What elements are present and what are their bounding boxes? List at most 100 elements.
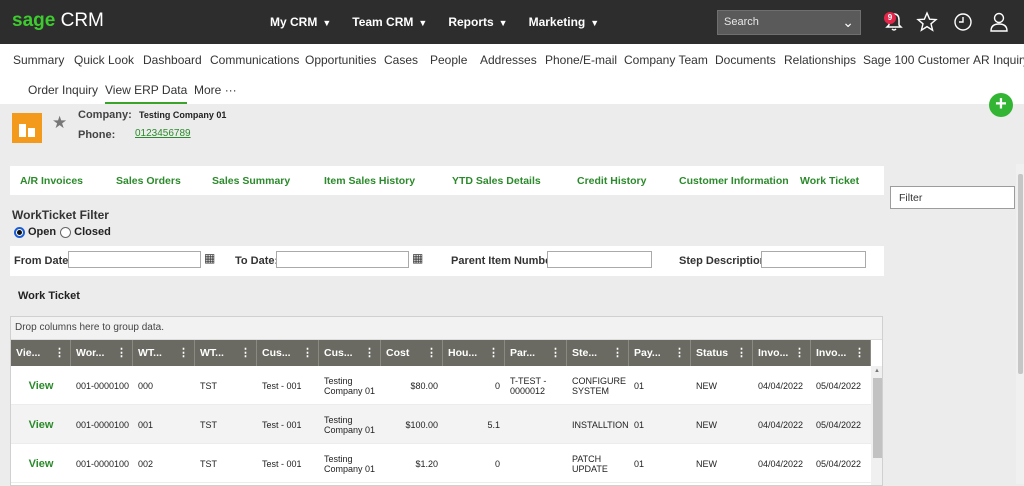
step-description-input[interactable]: [761, 251, 866, 268]
tab-addresses[interactable]: Addresses: [480, 53, 537, 67]
table-row: View 001-0000100 002 TST Test - 001 Testing C…: [11, 444, 871, 483]
user-icon[interactable]: [988, 11, 1010, 33]
grid-scrollbar-thumb[interactable]: [873, 378, 882, 458]
column-menu-icon[interactable]: ⋮: [854, 346, 865, 359]
column-menu-icon[interactable]: ⋮: [116, 346, 127, 359]
column-header-hours[interactable]: Hou... ⋮: [443, 340, 505, 366]
to-date-calendar-icon[interactable]: ▦: [412, 251, 423, 265]
sage-crm-logo[interactable]: sage CRM: [12, 10, 104, 32]
column-header-pay-type[interactable]: Pay... ⋮: [629, 340, 691, 366]
view-link[interactable]: View: [11, 405, 71, 444]
column-header-invoice-date-2[interactable]: Invo... ⋮: [811, 340, 871, 366]
page-scrollbar[interactable]: [1016, 164, 1024, 484]
tab-more[interactable]: More ···: [194, 83, 237, 97]
page-scrollbar-thumb[interactable]: [1018, 174, 1023, 374]
tab-relationships[interactable]: Relationships: [784, 53, 856, 67]
erp-link-customer-information[interactable]: Customer Information: [679, 175, 789, 187]
column-menu-icon[interactable]: ⋮: [488, 346, 499, 359]
radio-open[interactable]: [14, 226, 25, 238]
to-date-input[interactable]: [276, 251, 409, 268]
tab-phone-email[interactable]: Phone/E-mail: [545, 53, 617, 67]
column-menu-icon[interactable]: ⋮: [178, 346, 189, 359]
column-header-customer-name[interactable]: Cus... ⋮: [319, 340, 381, 366]
view-link[interactable]: View: [11, 444, 71, 483]
favorite-star-icon[interactable]: ★: [52, 113, 67, 133]
column-menu-icon[interactable]: ⋮: [736, 346, 747, 359]
column-header-wt-type[interactable]: WT... ⋮: [195, 340, 257, 366]
column-menu-icon[interactable]: ⋮: [612, 346, 623, 359]
tab-opportunities[interactable]: Opportunities: [305, 53, 376, 67]
column-menu-icon[interactable]: ⋮: [364, 346, 375, 359]
tab-dashboard[interactable]: Dashboard: [143, 53, 202, 67]
column-header-label: WT...: [200, 347, 224, 359]
column-menu-icon[interactable]: ⋮: [550, 346, 561, 359]
column-menu-icon[interactable]: ⋮: [54, 346, 65, 359]
erp-link-work-ticket[interactable]: Work Ticket: [800, 175, 859, 187]
parent-item-number-input[interactable]: [547, 251, 652, 268]
erp-link-sales-summary[interactable]: Sales Summary: [212, 175, 290, 187]
column-menu-icon[interactable]: ⋮: [426, 346, 437, 359]
column-menu-icon[interactable]: ⋮: [794, 346, 805, 359]
column-header-status[interactable]: Status ⋮: [691, 340, 753, 366]
tab-documents[interactable]: Documents: [715, 53, 776, 67]
scroll-up-icon[interactable]: ▲: [874, 368, 880, 374]
chevron-down-icon: ▼: [590, 18, 600, 28]
tab-communications[interactable]: Communications: [210, 53, 299, 67]
view-link[interactable]: View: [11, 366, 71, 405]
search-input[interactable]: Search ⌄: [717, 10, 861, 35]
add-button[interactable]: +: [989, 93, 1013, 117]
side-filter-input[interactable]: Filter: [890, 186, 1015, 209]
column-menu-icon[interactable]: ⋮: [302, 346, 313, 359]
phone-link[interactable]: 0123456789: [135, 128, 191, 139]
column-header-parent-item[interactable]: Par... ⋮: [505, 340, 567, 366]
column-header-invoice-date-1[interactable]: Invo... ⋮: [753, 340, 811, 366]
tab-cases[interactable]: Cases: [384, 53, 418, 67]
erp-link-sales-orders[interactable]: Sales Orders: [116, 175, 181, 187]
radio-closed[interactable]: [60, 226, 72, 238]
tab-view-erp-data[interactable]: View ERP Data: [105, 83, 188, 104]
cell-wt-step: 000: [138, 380, 154, 391]
topnav-marketing[interactable]: Marketing ▼: [529, 15, 600, 29]
erp-link-ar-invoices[interactable]: A/R Invoices: [20, 175, 83, 187]
from-date-input[interactable]: [68, 251, 201, 268]
column-menu-icon[interactable]: ⋮: [674, 346, 685, 359]
star-icon[interactable]: [916, 11, 938, 33]
erp-link-credit-history[interactable]: Credit History: [577, 175, 646, 187]
column-menu-icon[interactable]: ⋮: [240, 346, 251, 359]
topnav-my-crm[interactable]: My CRM ▼: [270, 15, 331, 29]
cell-cost: $1.20: [415, 458, 438, 469]
column-header-wt-step[interactable]: WT... ⋮: [133, 340, 195, 366]
group-drop-zone[interactable]: Drop columns here to group data.: [11, 317, 882, 340]
column-header-view[interactable]: Vie... ⋮: [11, 340, 71, 366]
search-dropdown-icon[interactable]: ⌄: [842, 14, 854, 31]
erp-link-item-sales-history[interactable]: Item Sales History: [324, 175, 415, 187]
tab-summary[interactable]: Summary: [13, 53, 64, 67]
status-radio-group: Open Closed: [14, 226, 111, 238]
column-header-label: Cus...: [262, 347, 291, 359]
topnav-team-crm[interactable]: Team CRM ▼: [352, 15, 427, 29]
column-header-step-description[interactable]: Ste... ⋮: [567, 340, 629, 366]
phone-label: Phone:: [78, 129, 116, 141]
column-header-label: Pay...: [634, 347, 661, 359]
column-header-label: Vie...: [16, 347, 41, 359]
column-header-customer-no[interactable]: Cus... ⋮: [257, 340, 319, 366]
column-header-cost[interactable]: Cost ⋮: [381, 340, 443, 366]
tab-sage-100-customer[interactable]: Sage 100 Customer: [863, 53, 970, 67]
tab-company-team[interactable]: Company Team: [624, 53, 708, 67]
column-header-work-ticket-no[interactable]: Wor... ⋮: [71, 340, 133, 366]
cell-invoice-date-2: 05/04/2022: [816, 458, 862, 469]
company-building-icon: [12, 113, 42, 143]
tab-order-inquiry[interactable]: Order Inquiry: [28, 83, 98, 97]
grid-scrollbar[interactable]: ▲: [871, 366, 882, 485]
from-date-calendar-icon[interactable]: ▦: [204, 251, 215, 265]
erp-link-ytd-sales-details[interactable]: YTD Sales Details: [452, 175, 541, 187]
topnav-reports[interactable]: Reports ▼: [448, 15, 507, 29]
tab-quick-look[interactable]: Quick Look: [74, 53, 134, 67]
work-ticket-grid: Drop columns here to group data. Vie... ⋮…: [10, 316, 883, 486]
tab-ar-inquiry[interactable]: AR Inquiry: [973, 53, 1024, 67]
cell-step-description: CONFIGURE SYSTEM: [572, 375, 626, 396]
cell-work-ticket-no: 001-0000100: [76, 419, 130, 430]
tab-people[interactable]: People: [430, 53, 467, 67]
work-ticket-title: Work Ticket: [18, 290, 80, 302]
clock-icon[interactable]: [952, 11, 974, 33]
